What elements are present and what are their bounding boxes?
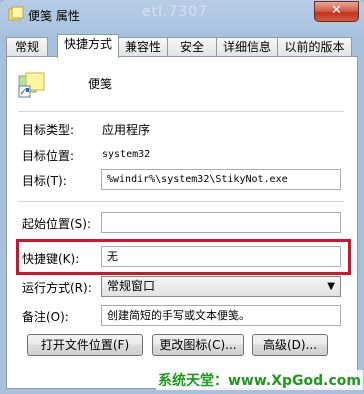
target-location-label: 目标位置: [22, 149, 75, 163]
target-type-label: 目标类型: [22, 123, 75, 137]
comment-field[interactable]: 创建简短的手写或文本便笺。 [101, 305, 341, 326]
target-field[interactable]: %windir%\system32\StikyNot.exe [101, 169, 341, 190]
tab-security[interactable]: 安全 [167, 37, 217, 56]
properties-window: 便笺 属性 etl.7307 ✕ 常规 快捷方式 兼容性 安全 详细信息 以前的… [0, 0, 364, 394]
tab-shortcut[interactable]: 快捷方式 [57, 34, 119, 58]
start-in-field[interactable] [101, 212, 341, 233]
hotkey-field[interactable]: 无 [101, 246, 341, 267]
tab-details[interactable]: 详细信息 [216, 37, 278, 56]
divider [18, 111, 344, 112]
open-file-location-button[interactable]: 打开文件位置(F) [27, 334, 143, 356]
comment-label: 备注(O): [22, 310, 69, 324]
run-select-value: 常规窗口 [107, 279, 156, 293]
app-name: 便笺 [88, 77, 113, 91]
close-button[interactable]: ✕ [314, 1, 359, 22]
tab-previous-versions[interactable]: 以前的版本 [277, 37, 352, 56]
window-title: 便笺 属性 [28, 9, 80, 23]
title-bar[interactable]: 便笺 属性 etl.7307 ✕ [0, 0, 364, 30]
tab-compatibility[interactable]: 兼容性 [118, 37, 168, 56]
run-select[interactable]: 常规窗口 ▼ [101, 276, 341, 297]
sticky-notes-icon [8, 6, 24, 21]
advanced-button[interactable]: 高级(D)... [252, 334, 328, 356]
dropdown-arrow-icon: ▼ [327, 281, 335, 292]
background-window-title: etl.7307 [142, 4, 209, 20]
watermark: 系统天堂：www.XpGod.com [156, 370, 363, 390]
sticky-notes-app-icon [18, 72, 45, 98]
start-in-label: 起始位置(S): [22, 217, 92, 231]
run-label: 运行方式(R): [22, 281, 92, 295]
tab-general[interactable]: 常规 [6, 37, 48, 56]
hotkey-label: 快捷键(K): [22, 252, 80, 266]
change-icon-button[interactable]: 更改图标(C)... [152, 334, 244, 356]
divider [18, 201, 344, 202]
target-label: 目标(T): [22, 174, 67, 188]
target-location-value: system32 [102, 149, 151, 160]
target-type-value: 应用程序 [102, 123, 151, 137]
